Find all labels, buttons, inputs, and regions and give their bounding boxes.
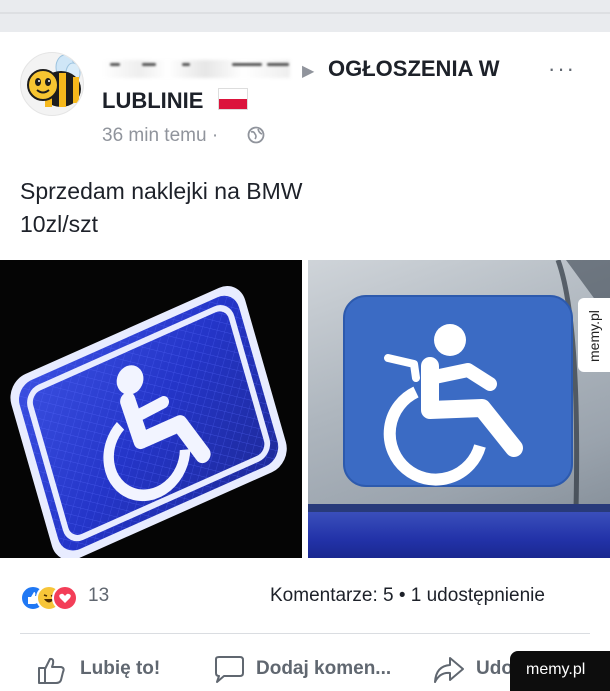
comment-bubble-icon bbox=[215, 656, 244, 683]
wheelchair-sticker-image bbox=[10, 286, 287, 558]
group-name-link[interactable]: OGŁOSZENIA W bbox=[328, 56, 500, 82]
more-options-button[interactable]: ··· bbox=[548, 56, 576, 82]
post-header: ▶ OGŁOSZENIA W bbox=[102, 54, 542, 84]
reaction-count[interactable]: 13 bbox=[88, 585, 109, 607]
post-timestamp[interactable]: 36 min temu · bbox=[102, 125, 218, 147]
arrow-right-icon: ▶ bbox=[302, 63, 315, 80]
comments-shares-count[interactable]: Komentarze: 5 • 1 udostępnienie bbox=[270, 585, 545, 607]
group-name-link-line2[interactable]: LUBLINIE bbox=[102, 88, 203, 114]
blurred-author-name bbox=[102, 60, 290, 78]
feed-background-band bbox=[0, 0, 610, 32]
like-button[interactable]: Lubię to! bbox=[36, 655, 160, 685]
post-photo-right[interactable] bbox=[308, 260, 610, 558]
globe-icon bbox=[247, 126, 265, 144]
bee-avatar-icon bbox=[27, 54, 81, 107]
thumbs-up-icon bbox=[38, 657, 65, 684]
side-watermark: memy.pl bbox=[578, 298, 610, 372]
post-photo-left[interactable] bbox=[0, 260, 302, 558]
poland-flag-icon bbox=[218, 88, 248, 110]
avatar[interactable] bbox=[20, 52, 84, 116]
love-reaction-icon bbox=[52, 585, 78, 611]
post-text: Sprzedam naklejki na BMW 10zl/szt bbox=[20, 178, 303, 237]
share-arrow-icon bbox=[434, 657, 464, 683]
corner-watermark: memy.pl bbox=[510, 651, 610, 691]
car-body bbox=[308, 512, 610, 558]
comment-button[interactable]: Dodaj komen... bbox=[212, 655, 391, 685]
share-button[interactable]: Udo bbox=[432, 655, 513, 685]
divider bbox=[20, 633, 590, 634]
